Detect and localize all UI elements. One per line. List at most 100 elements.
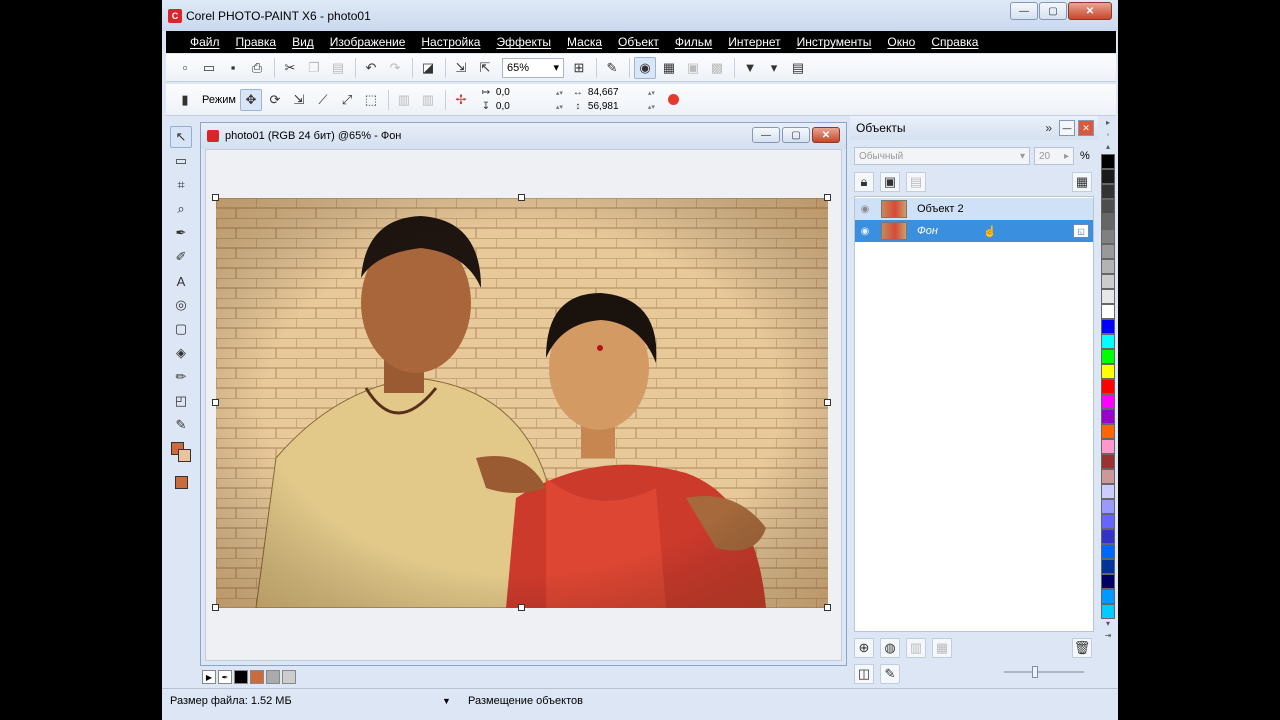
opacity-field[interactable]: 20 ▸ (1034, 147, 1074, 165)
clip-mask-icon[interactable]: ▦ (932, 638, 952, 658)
resize-handle[interactable] (518, 604, 525, 611)
new-file-icon[interactable]: ▫ (174, 57, 196, 79)
paste-icon[interactable]: ▤ (327, 57, 349, 79)
new-lens-icon[interactable]: ◍ (880, 638, 900, 658)
perspective-mode-icon[interactable]: ⬚ (360, 89, 382, 111)
palette-swatch[interactable] (1101, 379, 1115, 394)
mask-tint-icon[interactable]: ▩ (706, 57, 728, 79)
palette-swatch[interactable] (1101, 394, 1115, 409)
gray-swatch[interactable] (266, 670, 280, 684)
launch-icon[interactable]: ◪ (417, 57, 439, 79)
palette-swatch[interactable] (1101, 229, 1115, 244)
eraser-icon[interactable]: ✐ (170, 246, 192, 268)
menu-view[interactable]: Вид (284, 35, 322, 49)
palette-swatch[interactable] (1101, 244, 1115, 259)
slider-knob[interactable] (1032, 666, 1038, 678)
menu-tools[interactable]: Инструменты (789, 35, 880, 49)
close-button[interactable]: ✕ (1068, 2, 1112, 20)
brush-settings-icon[interactable]: ✎ (601, 57, 623, 79)
eye-icon[interactable]: ◉ (855, 204, 875, 215)
transparency-tool-icon[interactable]: ✎ (170, 414, 192, 436)
mask-overlay-icon[interactable]: ▣ (682, 57, 704, 79)
object-row[interactable]: ◉ Объект 2 (855, 198, 1093, 220)
object-row-selected[interactable]: ◉ Фон ☝ ◱ (855, 220, 1093, 242)
palette-swatch[interactable] (1101, 589, 1115, 604)
thumbnail-size-slider[interactable] (1004, 666, 1084, 678)
palette-swatch[interactable] (1101, 259, 1115, 274)
spin-icon[interactable]: ▴▾ (556, 103, 566, 111)
blend-mode-select[interactable]: Обычный ▾ (854, 147, 1030, 165)
resize-handle[interactable] (824, 399, 831, 406)
palette-swatch[interactable] (1101, 559, 1115, 574)
palette-swatch[interactable] (1101, 364, 1115, 379)
play-icon[interactable]: ▶ (202, 670, 216, 684)
palette-swatch[interactable] (1101, 454, 1115, 469)
palette-swatch[interactable] (1101, 184, 1115, 199)
width-field[interactable]: 84,667 (588, 87, 644, 98)
light-gray-swatch[interactable] (282, 670, 296, 684)
zoom-fit-icon[interactable]: ⊞ (568, 57, 590, 79)
open-folder-icon[interactable]: ▭ (198, 57, 220, 79)
mask-marquee-icon[interactable]: ◉ (634, 56, 656, 79)
palette-swatch[interactable] (1101, 514, 1115, 529)
menu-effects[interactable]: Эффекты (488, 35, 559, 49)
display-mode-icon[interactable]: ▼ (739, 57, 761, 79)
palette-arrow-icon[interactable]: ▸ (1106, 118, 1110, 130)
mask-icon[interactable]: ◱ (1073, 224, 1089, 238)
doc-maximize-button[interactable]: ▢ (782, 127, 810, 143)
menu-web[interactable]: Интернет (720, 35, 788, 49)
new-object-icon[interactable]: ⊕ (854, 638, 874, 658)
palette-swatch[interactable] (1101, 154, 1115, 169)
color-swatches[interactable] (170, 442, 192, 474)
show-object-marquee-icon[interactable]: ▦ (658, 57, 680, 79)
palette-down-icon[interactable]: ▾ (1106, 619, 1110, 631)
eye-icon[interactable]: ◉ (855, 226, 875, 237)
object-options-icon[interactable]: ▦ (1072, 172, 1092, 192)
undo-icon[interactable]: ↶ (360, 57, 382, 79)
rectangle-mask-icon[interactable]: ▭ (170, 150, 192, 172)
crop-tool-icon[interactable]: ⌗ (170, 174, 192, 196)
menu-movie[interactable]: Фильм (667, 35, 720, 49)
palette-end-icon[interactable]: ⇥ (1105, 631, 1112, 643)
eyedropper-icon[interactable]: ✒ (170, 222, 192, 244)
palette-swatch[interactable] (1101, 289, 1115, 304)
save-icon[interactable]: ▪ (222, 57, 244, 79)
effect-tool-icon[interactable]: ◰ (170, 390, 192, 412)
anchor-icon[interactable]: ✢ (450, 89, 472, 111)
status-dropdown-icon[interactable]: ▼ (442, 696, 460, 706)
x-position-field[interactable]: 0,0 (496, 87, 552, 98)
menu-file[interactable]: Файл (182, 35, 228, 49)
menu-adjust[interactable]: Настройка (413, 35, 488, 49)
palette-swatch[interactable] (1101, 574, 1115, 589)
palette-swatch[interactable] (1101, 214, 1115, 229)
scale-mode-icon[interactable]: ⇲ (288, 89, 310, 111)
resize-handle[interactable] (212, 194, 219, 201)
palette-swatch[interactable] (1101, 439, 1115, 454)
palette-swatch[interactable] (1101, 544, 1115, 559)
menu-image[interactable]: Изображение (322, 35, 414, 49)
lock-icon[interactable]: 🔒︎ (854, 172, 874, 192)
palette-swatch[interactable] (1101, 484, 1115, 499)
palette-swatch[interactable] (1101, 604, 1115, 619)
resize-handle[interactable] (518, 194, 525, 201)
docker-minimize-button[interactable]: — (1059, 120, 1075, 136)
menu-edit[interactable]: Правка (228, 35, 285, 49)
doc-minimize-button[interactable]: — (752, 127, 780, 143)
palette-swatch[interactable] (1101, 169, 1115, 184)
lock-transparency-icon[interactable]: ▣ (880, 172, 900, 192)
distort-mode-icon[interactable]: ⤢ (336, 89, 358, 111)
fill-color[interactable] (174, 476, 188, 489)
dropdown-arrow-icon[interactable]: ▾ (763, 57, 785, 79)
redo-icon[interactable]: ↷ (384, 57, 406, 79)
orange-swatch[interactable] (250, 670, 264, 684)
palette-swatch[interactable] (1101, 319, 1115, 334)
docker-close-button[interactable]: ✕ (1078, 120, 1094, 136)
palette-up-icon[interactable]: ▴ (1106, 142, 1110, 154)
doc-close-button[interactable]: ✕ (812, 127, 840, 143)
spin-icon[interactable]: ▴▾ (556, 89, 566, 97)
resize-handle[interactable] (824, 194, 831, 201)
maximize-button[interactable]: ▢ (1039, 2, 1067, 20)
palette-swatch[interactable] (1101, 529, 1115, 544)
palette-swatch[interactable] (1101, 469, 1115, 484)
collapse-icon[interactable]: » (1045, 121, 1052, 135)
